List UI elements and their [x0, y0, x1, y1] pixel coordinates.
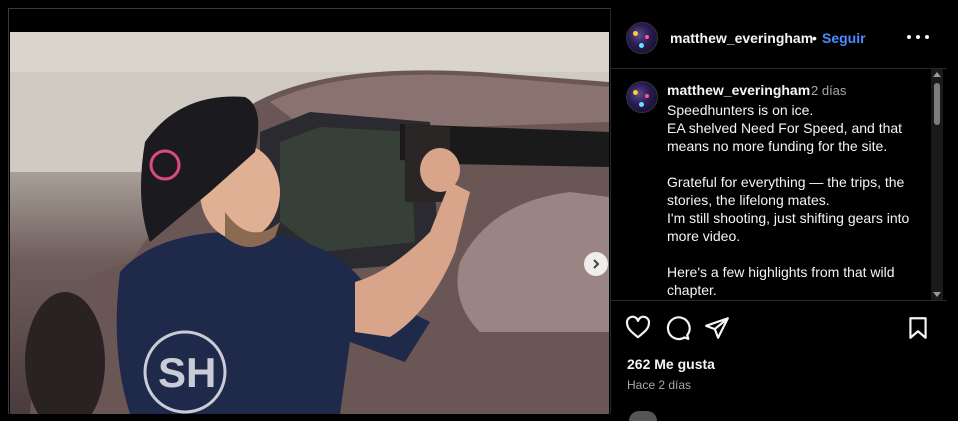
chevron-right-icon — [593, 259, 600, 269]
caption-line: I'm still shooting, just shifting gears … — [667, 210, 910, 244]
caption-line: Speedhunters is on ice. — [667, 102, 814, 118]
comments-area[interactable]: matthew_everingham 2 días Speedhunters i… — [611, 69, 947, 300]
caption-line: Grateful for everything — the trips, the… — [667, 174, 905, 208]
scroll-thumb[interactable] — [934, 83, 940, 125]
author-avatar[interactable] — [626, 22, 658, 54]
caption-line: EA shelved Need For Speed, and that mean… — [667, 120, 903, 154]
caption-username[interactable]: matthew_everingham — [667, 82, 810, 98]
author-username[interactable]: matthew_everingham — [670, 30, 813, 46]
comments-scrollbar[interactable] — [931, 69, 943, 300]
likes-count[interactable]: 262 Me gusta — [627, 356, 715, 372]
more-dot-icon — [916, 35, 920, 39]
svg-text:SH: SH — [158, 349, 216, 396]
caption-gap — [667, 245, 929, 263]
next-photo-button[interactable] — [584, 252, 608, 276]
heart-icon[interactable] — [625, 315, 651, 341]
post-actions: 262 Me gusta Hace 2 días — [611, 300, 947, 421]
caption-gap — [667, 155, 929, 173]
paper-plane-icon[interactable] — [704, 315, 730, 341]
caption-text: Speedhunters is on ice. EA shelved Need … — [667, 101, 929, 299]
more-options-button[interactable] — [907, 28, 929, 46]
post-header: matthew_everingham • Seguir — [611, 8, 947, 69]
post-side-panel: matthew_everingham • Seguir matthew_ever… — [610, 8, 947, 421]
caption-avatar[interactable] — [626, 81, 658, 113]
caption-line: Here's a few highlights from that wild c… — [667, 264, 895, 298]
more-dot-icon — [925, 35, 929, 39]
header-separator: • — [812, 30, 817, 46]
follow-button[interactable]: Seguir — [822, 30, 866, 46]
scroll-up-arrow-icon[interactable] — [933, 72, 941, 77]
more-dot-icon — [907, 35, 911, 39]
bookmark-icon[interactable] — [905, 315, 931, 341]
viewer-avatar — [629, 411, 657, 421]
photo-illustration: SH — [10, 32, 609, 414]
post-photo[interactable]: SH — [10, 32, 609, 414]
posted-time[interactable]: Hace 2 días — [627, 378, 691, 392]
scroll-down-arrow-icon[interactable] — [933, 292, 941, 297]
caption-time[interactable]: 2 días — [811, 83, 846, 98]
comment-icon[interactable] — [665, 315, 691, 341]
